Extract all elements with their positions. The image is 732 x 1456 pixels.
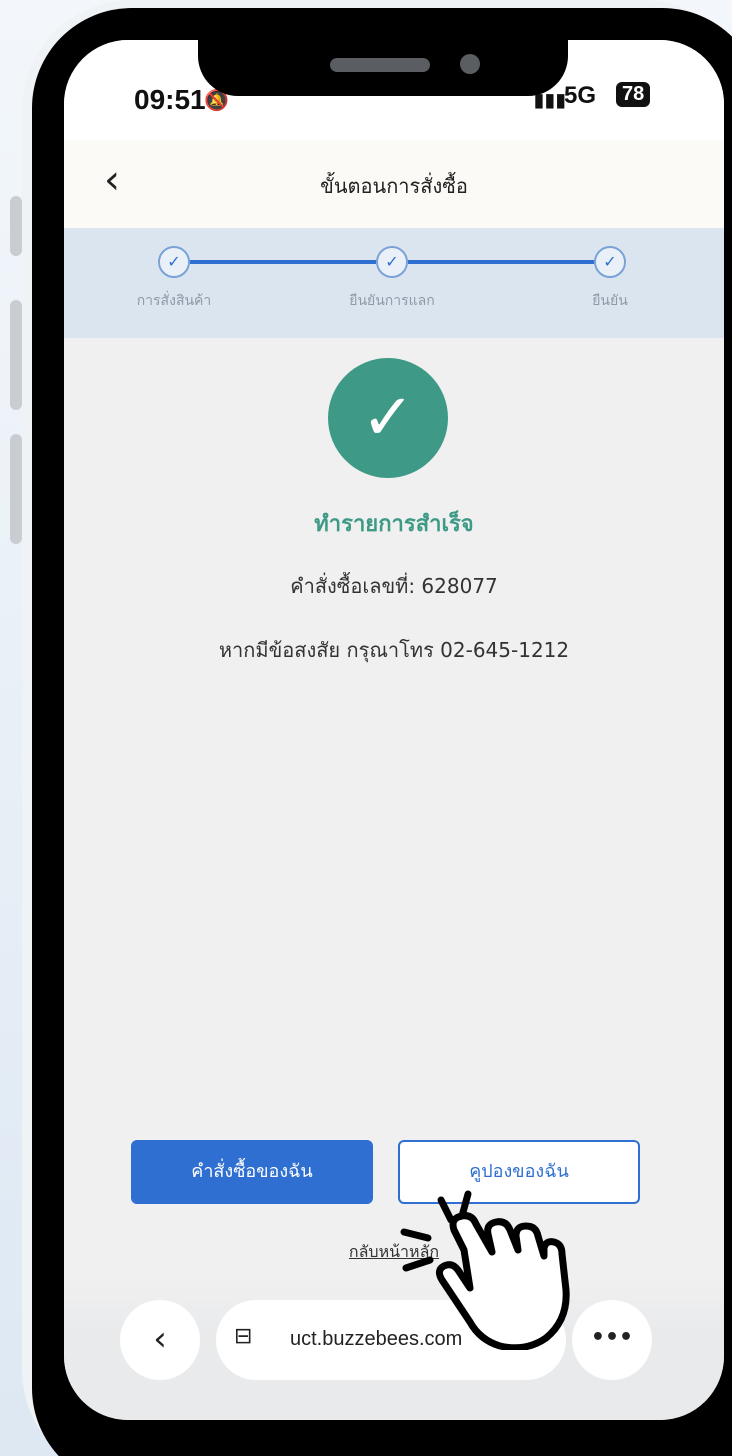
step-1-label: การสั่งสินค้า	[136, 293, 212, 309]
order-stepper: ✓ ✓ ✓ การสั่งสินค้า ยืนยันการแลก ยืนยัน	[64, 228, 724, 338]
phone-side-button	[10, 300, 22, 410]
step-3-check-icon: ✓	[594, 246, 626, 278]
network-type: 5G	[564, 82, 597, 109]
battery-icon: 78	[616, 82, 651, 107]
phone-screen: 09:51 🔕 ▮▮▮ 5G 78 ‹ ขั้นตอนการสั่งซื้อ ✓…	[64, 40, 724, 1420]
stepper-line	[190, 260, 376, 264]
order-number: คำสั่งซื้อเลขที่: 628077	[290, 574, 498, 598]
tap-hand-icon	[400, 1190, 570, 1350]
phone-side-button	[10, 196, 22, 256]
step-1-check-icon: ✓	[158, 246, 190, 278]
camera-icon	[460, 54, 480, 74]
phone-notch	[198, 8, 568, 96]
contact-info: หากมีข้อสงสัย กรุณาโทร 02-645-1212	[218, 638, 570, 662]
stepper-line	[408, 260, 594, 264]
status-time: 09:51	[134, 84, 206, 115]
step-2-check-icon: ✓	[376, 246, 408, 278]
browser-back-button[interactable]: ‹	[120, 1300, 200, 1380]
tabs-icon[interactable]: ⊟	[234, 1324, 252, 1349]
step-2-label: ยืนยันการแลก	[349, 293, 435, 309]
step-3-label: ยืนยัน	[592, 293, 628, 309]
success-check-icon: ✓	[328, 358, 448, 478]
success-title: ทำรายการสำเร็จ	[314, 512, 474, 537]
my-orders-button[interactable]: คำสั่งซื้อของฉัน	[131, 1140, 373, 1204]
page-header: ‹ ขั้นตอนการสั่งซื้อ	[64, 140, 724, 228]
speaker-icon	[330, 58, 430, 72]
page-title: ขั้นตอนการสั่งซื้อ	[320, 174, 468, 198]
phone-side-button	[10, 434, 22, 544]
back-home-link[interactable]: กลับหน้าหลัก	[64, 1240, 724, 1265]
